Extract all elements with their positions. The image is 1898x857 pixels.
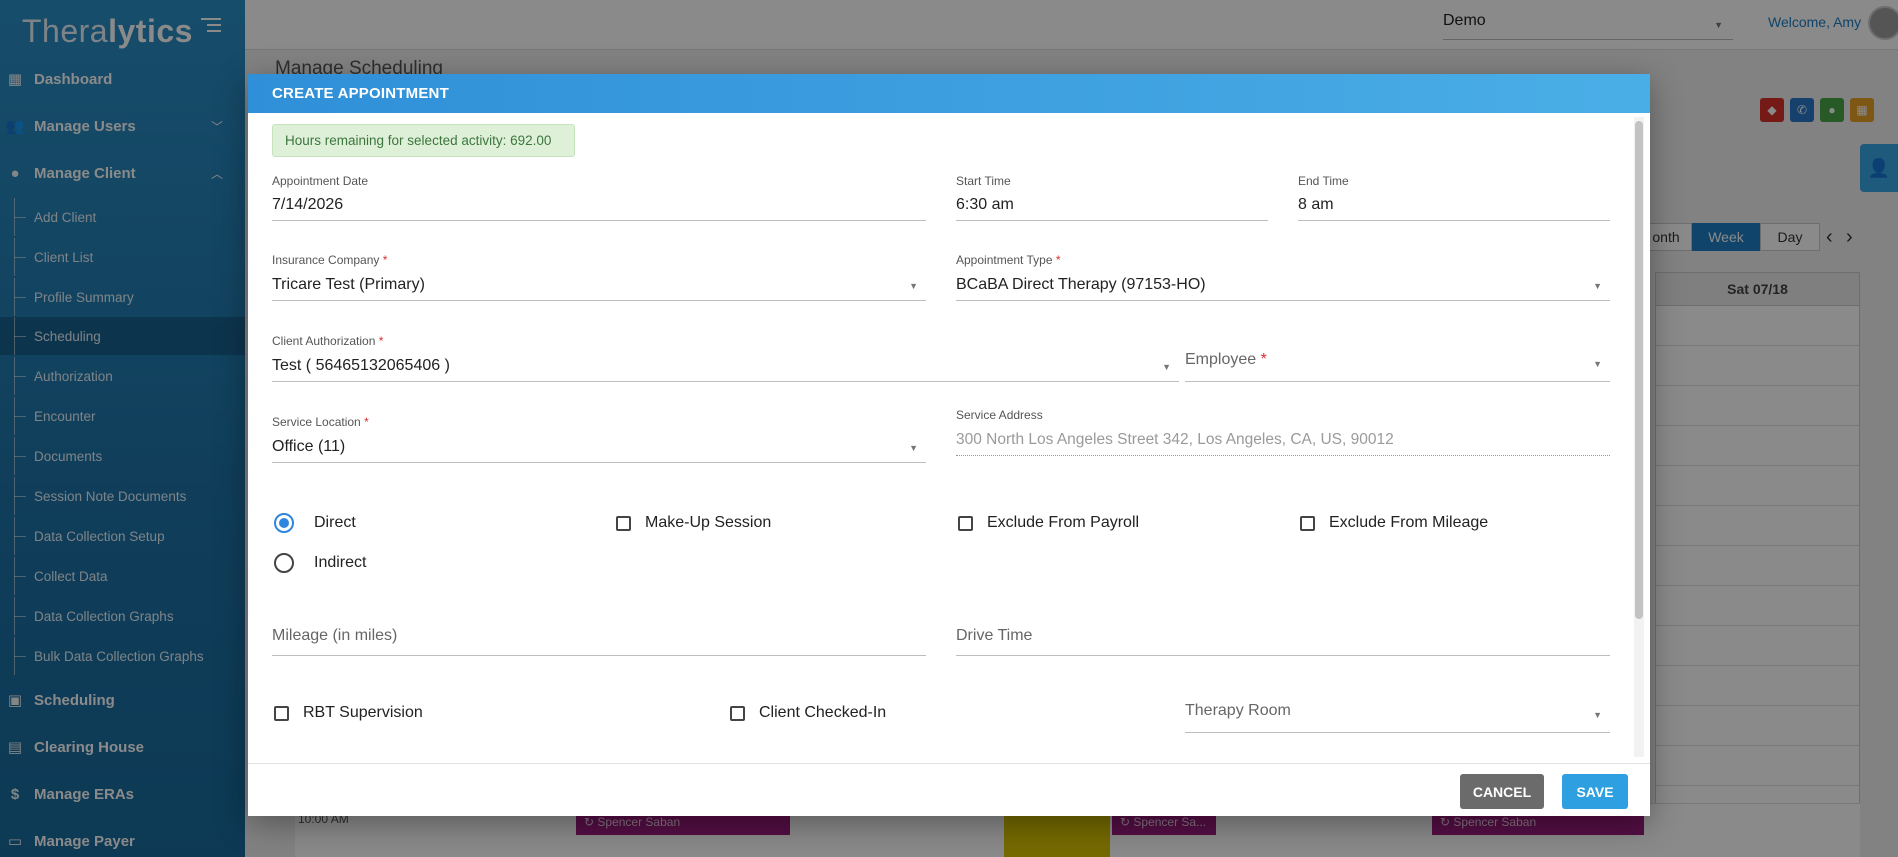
chevron-down-icon: ▼ bbox=[909, 443, 918, 453]
appointment-type-select[interactable]: Appointment Type * BCaBA Direct Therapy … bbox=[956, 253, 1610, 301]
chevron-down-icon: ▼ bbox=[1593, 710, 1602, 720]
direct-radio[interactable]: Direct bbox=[274, 513, 356, 533]
dialog-title: CREATE APPOINTMENT bbox=[248, 74, 1650, 113]
dialog-footer: CANCEL SAVE bbox=[248, 763, 1650, 816]
service-location-select[interactable]: Service Location * Office (11) ▼ bbox=[272, 415, 926, 463]
employee-select[interactable]: Employee * ▼ bbox=[1185, 345, 1610, 382]
chevron-down-icon: ▼ bbox=[1162, 362, 1171, 372]
service-address-field: Service Address 300 North Los Angeles St… bbox=[956, 408, 1610, 456]
drive-time-input[interactable]: Drive Time bbox=[956, 619, 1610, 656]
indirect-radio[interactable]: Indirect bbox=[274, 553, 366, 573]
client-checked-in-checkbox[interactable]: Client Checked-In bbox=[730, 704, 886, 722]
rbt-supervision-checkbox[interactable]: RBT Supervision bbox=[274, 704, 423, 722]
chevron-down-icon: ▼ bbox=[1593, 281, 1602, 291]
mileage-input[interactable]: Mileage (in miles) bbox=[272, 619, 926, 656]
scrollbar-thumb[interactable] bbox=[1635, 121, 1643, 619]
hours-remaining-alert: Hours remaining for selected activity: 6… bbox=[272, 124, 575, 157]
radio-selected-icon bbox=[274, 513, 294, 533]
exclude-from-mileage-checkbox[interactable]: Exclude From Mileage bbox=[1300, 514, 1488, 532]
chevron-down-icon: ▼ bbox=[1593, 359, 1602, 369]
client-authorization-select[interactable]: Client Authorization * Test ( 5646513206… bbox=[272, 334, 1179, 382]
end-time-field[interactable]: End Time 8 am bbox=[1298, 174, 1610, 221]
exclude-from-payroll-checkbox[interactable]: Exclude From Payroll bbox=[958, 514, 1139, 532]
dialog-scrollbar[interactable] bbox=[1634, 117, 1644, 757]
checkbox-icon bbox=[1300, 515, 1315, 531]
start-time-field[interactable]: Start Time 6:30 am bbox=[956, 174, 1268, 221]
checkbox-icon bbox=[616, 515, 631, 531]
make-up-session-checkbox[interactable]: Make-Up Session bbox=[616, 514, 771, 532]
checkbox-icon bbox=[958, 515, 973, 531]
create-appointment-dialog: CREATE APPOINTMENT Hours remaining for s… bbox=[248, 74, 1650, 816]
therapy-room-select[interactable]: Therapy Room ▼ bbox=[1185, 696, 1610, 733]
save-button[interactable]: SAVE bbox=[1562, 774, 1628, 809]
insurance-company-select[interactable]: Insurance Company * Tricare Test (Primar… bbox=[272, 253, 926, 301]
appointment-date-field[interactable]: Appointment Date 7/14/2026 bbox=[272, 174, 926, 221]
chevron-down-icon: ▼ bbox=[909, 281, 918, 291]
cancel-button[interactable]: CANCEL bbox=[1460, 774, 1544, 809]
checkbox-icon bbox=[274, 705, 289, 721]
checkbox-icon bbox=[730, 705, 745, 721]
radio-unselected-icon bbox=[274, 553, 294, 573]
